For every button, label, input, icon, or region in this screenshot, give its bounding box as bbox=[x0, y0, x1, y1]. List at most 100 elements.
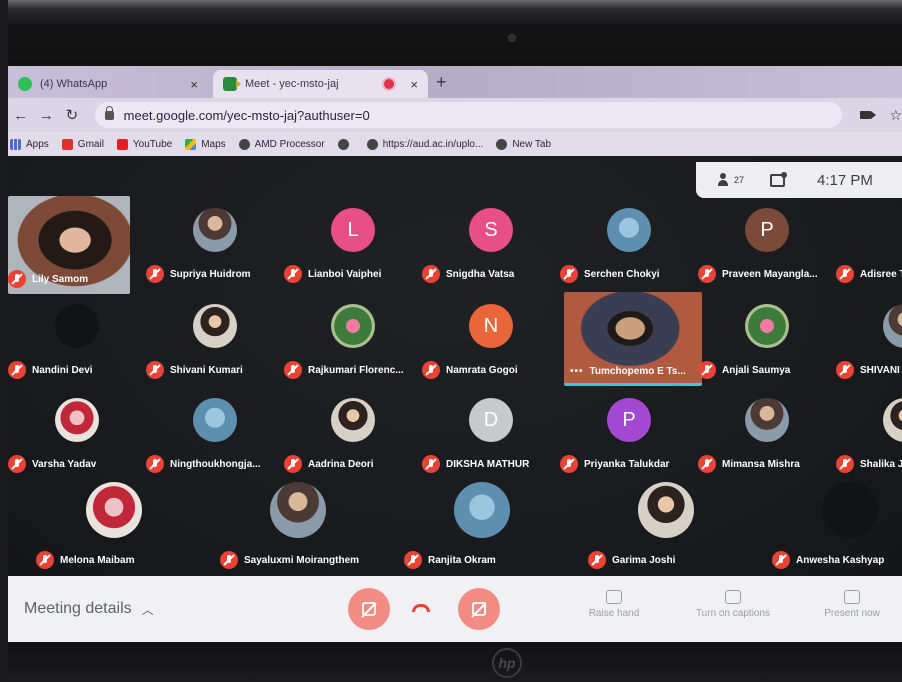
participant-tile[interactable]: Nandini Devi bbox=[8, 292, 146, 388]
participant-tile[interactable]: SHIVANI J bbox=[836, 292, 902, 388]
new-tab-button[interactable]: + bbox=[436, 72, 447, 93]
chat-icon[interactable] bbox=[770, 171, 788, 187]
participant-tile[interactable]: Garima Joshi bbox=[574, 482, 758, 578]
participant-tile[interactable]: S Snigdha Vatsa bbox=[422, 196, 560, 292]
mic-off-icon bbox=[146, 265, 164, 283]
hang-up-button[interactable] bbox=[412, 604, 430, 612]
youtube-icon bbox=[116, 138, 128, 150]
screen-left-edge bbox=[0, 0, 8, 682]
captions-button[interactable]: Turn on captions bbox=[688, 590, 778, 619]
participant-name: Namrata Gogoi bbox=[422, 360, 518, 380]
participant-tile[interactable]: N Namrata Gogoi bbox=[422, 292, 560, 388]
tab-whatsapp[interactable]: (4) WhatsApp × bbox=[8, 70, 208, 98]
participant-name: Ningthoukhongja... bbox=[146, 454, 261, 474]
participant-tile[interactable]: Ningthoukhongja... bbox=[146, 386, 284, 482]
participant-name-text: Garima Joshi bbox=[612, 554, 676, 566]
participant-name: Serchen Chokyi bbox=[560, 264, 660, 284]
participant-avatar bbox=[638, 482, 694, 538]
meeting-details-button[interactable]: Meeting details ︿ bbox=[24, 600, 154, 618]
participant-tile[interactable]: ••• Tumchopemo E Ts... bbox=[560, 292, 702, 388]
participant-name-text: Melona Maibam bbox=[60, 554, 135, 566]
bookmark-maps[interactable]: Maps bbox=[185, 138, 226, 150]
url-field[interactable]: meet.google.com/yec-msto-jaj?authuser=0 bbox=[94, 102, 842, 128]
participant-tile[interactable]: Shalika Ja bbox=[836, 386, 902, 482]
bookmark-star-icon[interactable]: ☆ bbox=[889, 107, 902, 124]
raise-hand-button[interactable]: Raise hand bbox=[582, 590, 646, 619]
reload-icon[interactable]: ↻ bbox=[59, 106, 85, 124]
bookmark-youtube[interactable]: YouTube bbox=[116, 138, 172, 150]
mic-off-icon bbox=[422, 265, 440, 283]
meet-icon bbox=[223, 77, 241, 91]
participant-name-text: Sayaluxmi Moirangthem bbox=[244, 554, 360, 566]
participant-tile[interactable]: Serchen Chokyi bbox=[560, 196, 698, 292]
forward-arrow-icon[interactable]: → bbox=[34, 107, 60, 124]
participant-name-text: DIKSHA MATHUR bbox=[446, 458, 530, 470]
participant-name: Anjali Saumya bbox=[698, 360, 790, 380]
participant-tile[interactable]: Shivani Kumari bbox=[146, 292, 284, 388]
bookmark-aud[interactable]: https://aud.ac.in/uplo... bbox=[366, 138, 483, 150]
lock-icon bbox=[104, 105, 114, 120]
camera-permission-icon[interactable] bbox=[859, 111, 877, 119]
photo-of-laptop-screen: (4) WhatsApp × Meet - yec-msto-jaj × + ←… bbox=[0, 0, 902, 682]
present-icon bbox=[844, 590, 860, 604]
apps-icon bbox=[10, 138, 21, 150]
mic-off-icon bbox=[422, 361, 440, 379]
participant-name-text: Lianboi Vaiphei bbox=[308, 268, 382, 280]
gmail-icon bbox=[61, 138, 73, 150]
participant-tile[interactable]: Varsha Yadav bbox=[8, 386, 146, 482]
participant-avatar bbox=[331, 304, 375, 348]
tab-label: Meet - yec-msto-jaj bbox=[245, 78, 339, 90]
participant-tile[interactable]: Lily Samom bbox=[8, 196, 146, 294]
mic-off-icon bbox=[772, 551, 790, 569]
mic-toggle-button[interactable] bbox=[348, 588, 390, 630]
participant-tile[interactable]: P Praveen Mayangla... bbox=[698, 196, 836, 292]
present-now-button[interactable]: Present now bbox=[812, 590, 892, 619]
camera-toggle-button[interactable] bbox=[458, 588, 500, 630]
more-options-icon[interactable]: ••• bbox=[570, 366, 584, 377]
tab-meet[interactable]: Meet - yec-msto-jaj × bbox=[213, 70, 428, 98]
participant-tile[interactable]: L Lianboi Vaiphei bbox=[284, 196, 422, 292]
participant-name-text: Shalika Ja bbox=[860, 458, 902, 470]
bookmark-new-tab[interactable]: New Tab bbox=[496, 138, 551, 150]
globe-icon bbox=[496, 138, 508, 150]
mic-off-icon bbox=[284, 361, 302, 379]
participant-tile[interactable]: Aadrina Deori bbox=[284, 386, 422, 482]
browser-tabstrip: (4) WhatsApp × Meet - yec-msto-jaj × + bbox=[8, 66, 902, 98]
bookmark-apps[interactable]: Apps bbox=[10, 138, 49, 150]
mic-off-icon bbox=[146, 361, 164, 379]
bookmark-untitled[interactable] bbox=[337, 138, 354, 150]
participant-tile[interactable]: Mimansa Mishra bbox=[698, 386, 836, 482]
participant-name-text: Supriya Huidrom bbox=[170, 268, 251, 280]
close-icon[interactable]: × bbox=[190, 77, 198, 92]
participant-tile[interactable]: D DIKSHA MATHUR bbox=[422, 386, 560, 482]
mic-off-icon bbox=[284, 265, 302, 283]
participant-avatar: D bbox=[469, 398, 513, 442]
participant-tile[interactable]: Rajkumari Florenc... bbox=[284, 292, 422, 388]
participant-tile[interactable]: Melona Maibam bbox=[22, 482, 206, 578]
participant-tile[interactable]: Adisree T bbox=[836, 196, 902, 292]
bookmark-amd[interactable]: AMD Processor bbox=[238, 138, 325, 150]
back-arrow-icon[interactable]: ← bbox=[8, 107, 34, 124]
meet-control-bar: Meeting details ︿ Raise hand Turn on cap… bbox=[8, 576, 902, 642]
participant-name: Aadrina Deori bbox=[284, 454, 374, 474]
close-icon[interactable]: × bbox=[410, 77, 418, 92]
participant-tile[interactable]: Sayaluxmi Moirangthem bbox=[206, 482, 390, 578]
participant-video: ••• Tumchopemo E Ts... bbox=[564, 292, 702, 386]
participant-tile[interactable]: P Priyanka Talukdar bbox=[560, 386, 698, 482]
participant-tile[interactable]: Anjali Saumya bbox=[698, 292, 836, 388]
whatsapp-icon bbox=[18, 77, 32, 91]
participant-name-text: Ningthoukhongja... bbox=[170, 458, 261, 470]
participant-tile[interactable]: Ranjita Okram bbox=[390, 482, 574, 578]
camera-off-icon bbox=[472, 602, 486, 616]
mic-off-icon bbox=[588, 551, 606, 569]
participant-video: Lily Samom bbox=[8, 196, 130, 294]
participant-avatar bbox=[454, 482, 510, 538]
participant-name: Supriya Huidrom bbox=[146, 264, 251, 284]
bookmark-gmail[interactable]: Gmail bbox=[61, 138, 104, 150]
participant-name: Priyanka Talukdar bbox=[560, 454, 669, 474]
participant-tile[interactable]: Supriya Huidrom bbox=[146, 196, 284, 292]
people-icon[interactable] bbox=[718, 173, 736, 187]
participant-tile[interactable]: Anwesha Kashyap bbox=[758, 482, 902, 578]
participant-name-text: Lily Samom bbox=[32, 273, 89, 285]
participant-name: Sayaluxmi Moirangthem bbox=[220, 550, 359, 570]
